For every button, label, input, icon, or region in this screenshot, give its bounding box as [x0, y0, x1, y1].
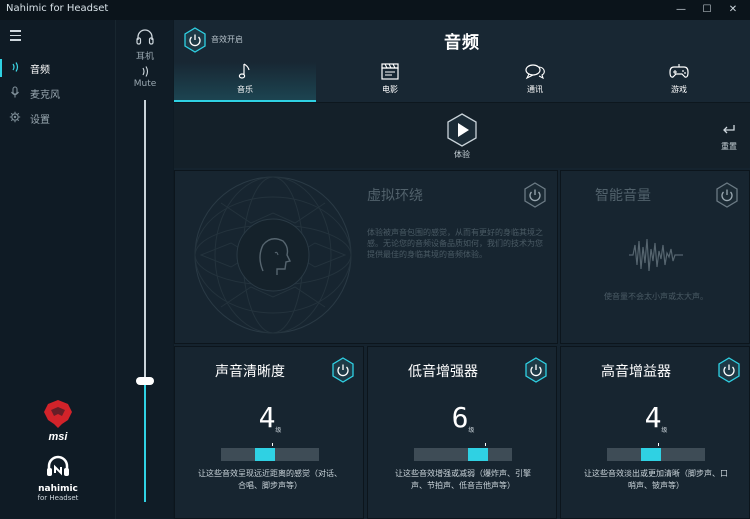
effect-level-fill — [255, 448, 276, 461]
tab-communication[interactable]: 通讯 — [464, 62, 606, 102]
tab-movie[interactable]: 电影 — [319, 62, 461, 102]
microphone-icon — [9, 86, 21, 100]
effect-panel-treble: 高音增益器 4级 让这些音效淡出或更加清晰（脚步声、口哨声、铍声等） — [560, 346, 750, 519]
smart-volume-title: 智能音量 — [595, 188, 651, 204]
tab-label: 音乐 — [237, 85, 253, 94]
effect-level-fill — [467, 448, 488, 461]
sidebar-item-label: 麦克风 — [30, 90, 60, 101]
effect-level-value: 4 — [258, 401, 276, 434]
effect-level-slider[interactable] — [221, 443, 319, 461]
reset-arrow-icon — [714, 123, 744, 141]
effect-level-unit: 级 — [661, 427, 668, 434]
tab-label: 通讯 — [527, 85, 543, 94]
effect-level-unit: 级 — [468, 427, 475, 434]
reset-label: 重置 — [721, 142, 737, 151]
smart-volume-power-toggle[interactable] — [715, 182, 739, 208]
title-bar: Nahimic for Headset — ☐ ✕ — [0, 0, 750, 20]
play-demo-button[interactable] — [446, 113, 478, 147]
clapperboard-icon — [319, 62, 461, 84]
close-button[interactable]: ✕ — [722, 2, 744, 18]
bass-power-toggle[interactable] — [524, 357, 548, 383]
effect-name: 声音清晰度 — [215, 364, 285, 380]
music-note-icon — [174, 62, 316, 84]
sidebar-item-microphone[interactable]: 麦克风 — [0, 82, 115, 104]
tab-game[interactable]: 游戏 — [608, 62, 750, 102]
nahimic-logo: nahimic for Headset — [32, 454, 84, 514]
svg-text:msi: msi — [49, 431, 69, 443]
maximize-button[interactable]: ☐ — [696, 2, 718, 18]
effect-description: 让这些音效增强或减弱（爆炸声、引擎声、节拍声、低音吉他声等） — [395, 469, 531, 490]
sidebar-item-label: 音频 — [30, 65, 50, 76]
effect-level-tick — [485, 443, 486, 446]
effect-name: 低音增强器 — [408, 364, 478, 380]
virtual-surround-power-toggle[interactable] — [523, 182, 547, 208]
gamepad-icon — [608, 62, 750, 84]
effect-panel-clarity: 声音清晰度 4级 让这些音效呈现远近距离的感觉（对话、合唱、脚步声等） — [174, 346, 364, 519]
surround-sphere-graphic — [191, 173, 355, 337]
volume-slider-handle[interactable] — [136, 377, 154, 386]
demo-label: 体验 — [454, 150, 470, 159]
headphones-icon[interactable] — [135, 28, 155, 46]
page-title: 音频 — [444, 33, 480, 53]
effect-level-unit: 级 — [275, 427, 282, 434]
effect-level-tick — [658, 443, 659, 446]
effect-description: 让这些音效呈现远近距离的感觉（对话、合唱、脚步声等） — [198, 469, 342, 490]
effect-level: 4级 — [175, 401, 365, 434]
effect-level-value: 6 — [451, 401, 469, 434]
sidebar-item-audio[interactable]: 音频 — [0, 57, 115, 79]
effect-level-value: 4 — [644, 401, 662, 434]
effect-level-tick — [272, 443, 273, 446]
window-title: Nahimic for Headset — [6, 3, 109, 14]
hamburger-menu-icon[interactable] — [10, 30, 21, 44]
effect-level-slider[interactable] — [414, 443, 512, 461]
virtual-surround-title: 虚拟环绕 — [367, 188, 423, 204]
chat-bubble-icon — [464, 62, 606, 84]
clarity-power-toggle[interactable] — [331, 357, 355, 383]
main-panel: 音效开启 音频 音乐 电影 通讯 游戏 体验 重置 虚拟环绕 体验被声音包围的感… — [174, 20, 750, 519]
brand-subtitle: for Headset — [37, 494, 79, 502]
effect-level: 4级 — [561, 401, 750, 434]
treble-power-toggle[interactable] — [717, 357, 741, 383]
waveform-icon — [629, 238, 683, 272]
tab-music[interactable]: 音乐 — [174, 62, 316, 102]
tab-label: 游戏 — [671, 85, 687, 94]
sidebar: 音频 麦克风 设置 msi nahimic for Headset — [0, 20, 115, 519]
output-device-column: 耳机 Mute — [115, 20, 173, 519]
virtual-surround-description: 体验被声音包围的感觉，从而有更好的身临其境之感。无论您的音频设备品质如何，我们的… — [367, 228, 543, 259]
effect-description: 让这些音效淡出或更加清晰（脚步声、口哨声、铍声等） — [584, 469, 728, 490]
effect-level: 6级 — [368, 401, 558, 434]
virtual-surround-panel: 虚拟环绕 体验被声音包围的感觉，从而有更好的身临其境之感。无论您的音频设备品质如… — [174, 170, 558, 344]
gear-icon — [9, 111, 21, 125]
effect-name: 高音增益器 — [601, 364, 671, 380]
sidebar-item-settings[interactable]: 设置 — [0, 107, 115, 129]
smart-volume-description: 使音量不会太小声或太大声。 — [604, 292, 708, 301]
audio-header: 音效开启 音频 音乐 电影 通讯 游戏 — [174, 20, 750, 102]
minimize-button[interactable]: — — [670, 2, 692, 18]
brand-name: nahimic — [38, 484, 78, 494]
smart-volume-panel: 智能音量 使音量不会太小声或太大声。 — [560, 170, 750, 344]
tab-label: 电影 — [382, 85, 398, 94]
demo-area: 体验 重置 — [174, 102, 750, 168]
reset-button[interactable]: 重置 — [714, 123, 744, 153]
headset-logo-icon — [47, 455, 69, 476]
output-device-label: 耳机 — [135, 52, 154, 62]
sound-wave-icon[interactable] — [140, 66, 150, 80]
effect-level-slider[interactable] — [607, 443, 705, 461]
effect-panel-bass: 低音增强器 6级 让这些音效增强或减弱（爆炸声、引擎声、节拍声、低音吉他声等） — [367, 346, 557, 519]
msi-logo: msi — [38, 398, 78, 444]
mute-label: Mute — [133, 79, 157, 89]
audio-wave-icon — [9, 61, 21, 75]
effect-level-fill — [641, 448, 662, 461]
volume-slider-track[interactable] — [144, 100, 146, 502]
sidebar-item-label: 设置 — [30, 115, 50, 126]
